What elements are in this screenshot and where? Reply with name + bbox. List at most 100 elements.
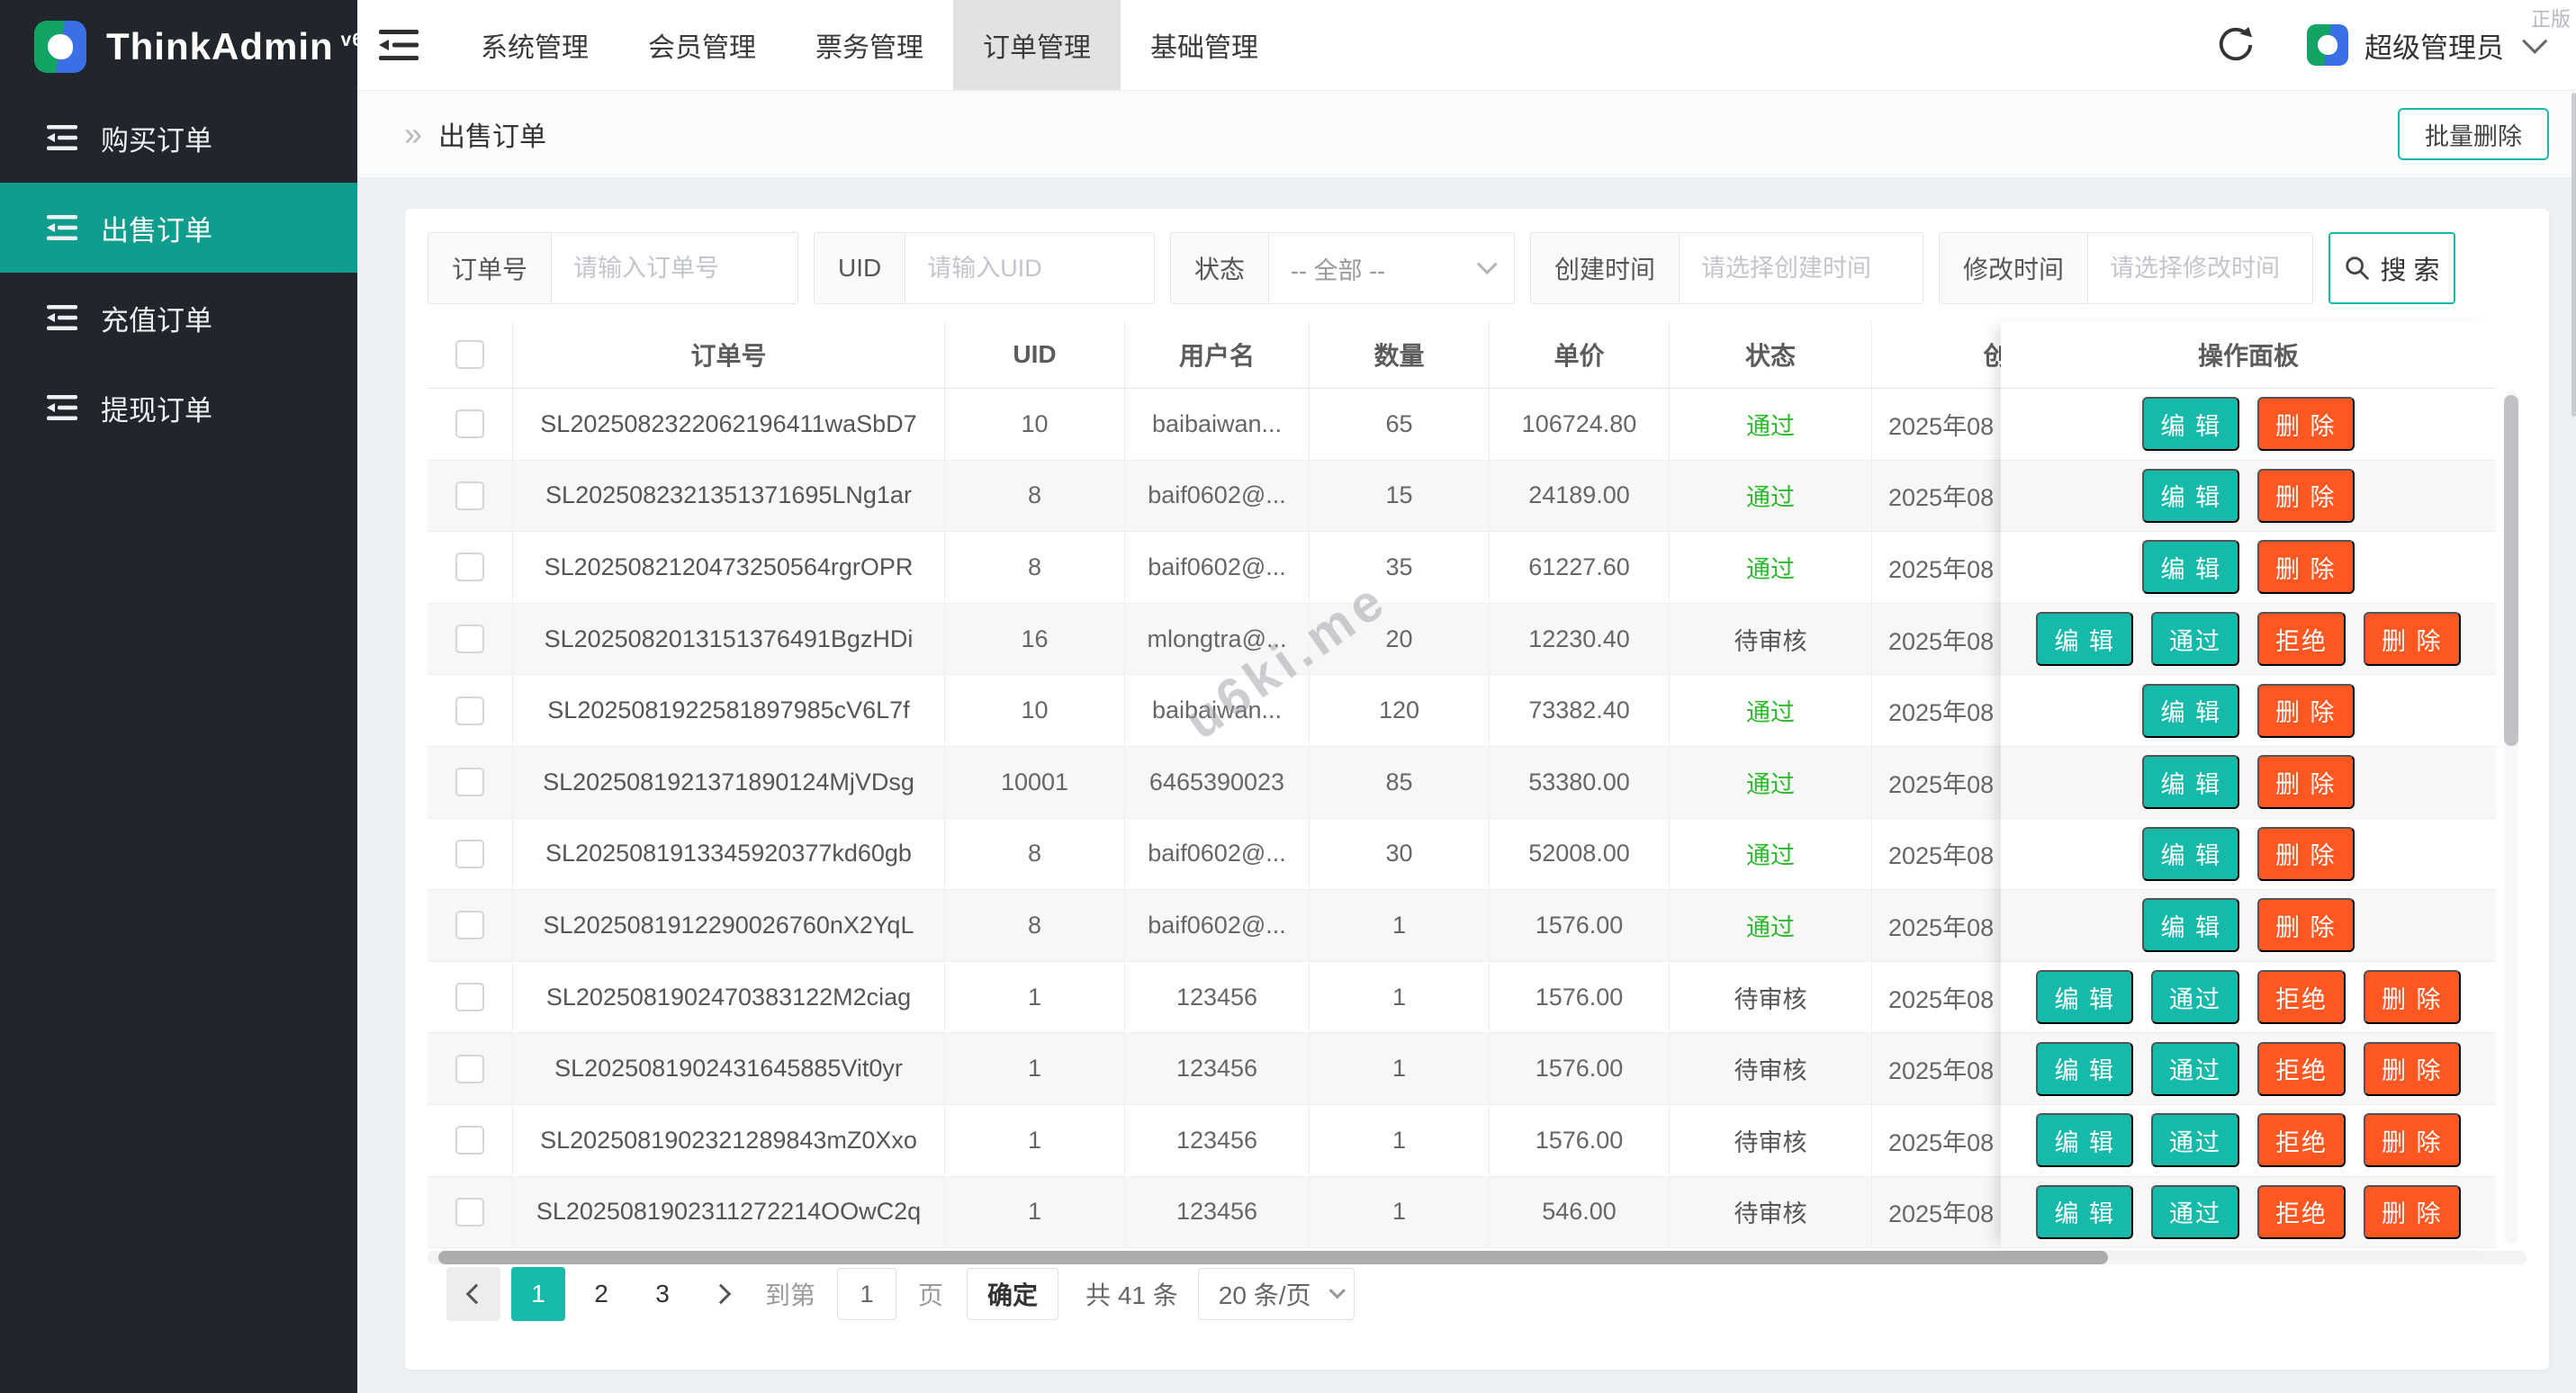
approve-button[interactable]: 通过 [2151,1113,2239,1167]
edit-button[interactable]: 编 辑 [2142,898,2239,952]
row-checkbox[interactable] [455,983,484,1011]
page-size-select[interactable]: 20 条/页 [1198,1268,1356,1320]
filter-bar: 订单号 UID 状态 -- 全部 -- 创建时间 修改时间 搜 索 [428,232,2455,304]
delete-button[interactable]: 删 除 [2364,1042,2461,1096]
row-checkbox[interactable] [455,911,484,939]
approve-button[interactable]: 通过 [2151,970,2239,1024]
row-checkbox[interactable] [455,553,484,581]
goto-confirm-button[interactable]: 确定 [967,1268,1058,1320]
action-panel-row: 编 辑删 除 [2001,747,2496,819]
horizontal-scrollbar-thumb[interactable] [438,1251,2108,1264]
user-menu[interactable]: 超级管理员 [2307,24,2540,66]
delete-button[interactable]: 删 除 [2257,755,2355,809]
modify-time-filter-label: 修改时间 [1940,233,2088,303]
page-button-2[interactable]: 2 [576,1267,626,1321]
brand-logo-icon [34,21,86,73]
edit-button[interactable]: 编 辑 [2142,684,2239,738]
edit-button[interactable]: 编 辑 [2142,540,2239,594]
edit-button[interactable]: 编 辑 [2036,612,2133,666]
edit-button[interactable]: 编 辑 [2142,469,2239,523]
row-checkbox[interactable] [455,1126,484,1155]
goto-page-input[interactable] [837,1268,896,1320]
batch-delete-button[interactable]: 批量删除 [2398,108,2549,160]
topnav-item-basic-management[interactable]: 基础管理 [1121,0,1288,90]
approve-button[interactable]: 通过 [2151,1042,2239,1096]
row-checkbox[interactable] [455,481,484,510]
uid-input[interactable] [905,233,1154,303]
delete-button[interactable]: 删 除 [2364,970,2461,1024]
header-cell-checkbox [428,321,513,388]
reject-button[interactable]: 拒绝 [2257,612,2346,666]
select-all-checkbox[interactable] [455,340,484,369]
breadcrumb: 出售订单 [438,114,546,154]
edit-button[interactable]: 编 辑 [2142,755,2239,809]
table-row: SL2025081902470383122M2ciag112345611576.… [428,962,2001,1034]
edit-button[interactable]: 编 辑 [2036,1113,2133,1167]
delete-button[interactable]: 删 除 [2257,684,2355,738]
prev-page-button[interactable] [446,1267,500,1321]
delete-button[interactable]: 删 除 [2364,1185,2461,1239]
list-icon [47,395,77,420]
sidebar-item-buy-orders[interactable]: 购买订单 [0,93,357,183]
sidebar-item-sell-orders[interactable]: 出售订单 [0,183,357,273]
edit-button[interactable]: 编 辑 [2036,970,2133,1024]
sidebar-item-withdraw-orders[interactable]: 提现订单 [0,363,357,453]
row-checkbox[interactable] [455,409,484,438]
header-cell-quantity: 数量 [1310,321,1490,388]
topnav-item-system-management[interactable]: 系统管理 [451,0,618,90]
delete-button[interactable]: 删 除 [2257,898,2355,952]
order-no-input[interactable] [552,233,797,303]
edit-button[interactable]: 编 辑 [2142,827,2239,881]
chevron-down-icon [1477,254,1498,274]
reject-button[interactable]: 拒绝 [2257,1113,2346,1167]
topnav-item-ticket-management[interactable]: 票务管理 [786,0,953,90]
cell-checkbox [428,461,513,532]
status-select[interactable]: -- 全部 -- [1269,233,1514,303]
collapse-menu-icon[interactable] [379,30,419,60]
modify-time-input[interactable] [2088,233,2312,303]
reject-button[interactable]: 拒绝 [2257,1185,2346,1239]
cell-uid: 10 [945,389,1125,460]
cell-created: 2025年08 [1872,1105,2001,1176]
approve-button[interactable]: 通过 [2151,612,2239,666]
refresh-icon[interactable] [2217,26,2255,64]
topnav-item-order-management[interactable]: 订单管理 [953,0,1121,90]
page-scrollbar-thumb[interactable] [2571,93,2576,417]
delete-button[interactable]: 删 除 [2364,612,2461,666]
row-checkbox[interactable] [455,625,484,653]
cell-unit-price: 1576.00 [1490,890,1670,961]
next-page-button[interactable] [698,1267,749,1321]
row-checkbox[interactable] [455,696,484,725]
vertical-scrollbar-thumb[interactable] [2504,395,2518,746]
cell-checkbox [428,747,513,818]
topnav-item-member-management[interactable]: 会员管理 [618,0,786,90]
page-button-3[interactable]: 3 [637,1267,688,1321]
row-checkbox[interactable] [455,1198,484,1227]
search-button-label: 搜 索 [2380,249,2439,287]
row-checkbox[interactable] [455,768,484,796]
cell-status: 通过 [1670,890,1872,961]
reject-button[interactable]: 拒绝 [2257,970,2346,1024]
cell-uid: 1 [945,1033,1125,1104]
delete-button[interactable]: 删 除 [2257,540,2355,594]
reject-button[interactable]: 拒绝 [2257,1042,2346,1096]
delete-button[interactable]: 删 除 [2257,469,2355,523]
delete-button[interactable]: 删 除 [2364,1113,2461,1167]
page-button-1[interactable]: 1 [511,1267,565,1321]
delete-button[interactable]: 删 除 [2257,827,2355,881]
row-checkbox[interactable] [455,1055,484,1083]
edit-button[interactable]: 编 辑 [2036,1042,2133,1096]
sidebar-item-recharge-orders[interactable]: 充值订单 [0,273,357,363]
delete-button[interactable]: 删 除 [2257,397,2355,451]
pagination: 123 到第 页 确定 共 41 条 20 条/页 [446,1267,1355,1321]
approve-button[interactable]: 通过 [2151,1185,2239,1239]
cell-created: 2025年08 [1872,890,2001,961]
edit-button[interactable]: 编 辑 [2036,1185,2133,1239]
edit-button[interactable]: 编 辑 [2142,397,2239,451]
search-button[interactable]: 搜 索 [2328,232,2455,304]
create-time-input[interactable] [1680,233,1923,303]
action-panel-row: 编 辑通过拒绝删 除 [2001,1177,2496,1249]
row-checkbox[interactable] [455,840,484,868]
sidebar-item-label: 出售订单 [101,208,212,248]
create-time-filter-label: 创建时间 [1531,233,1680,303]
